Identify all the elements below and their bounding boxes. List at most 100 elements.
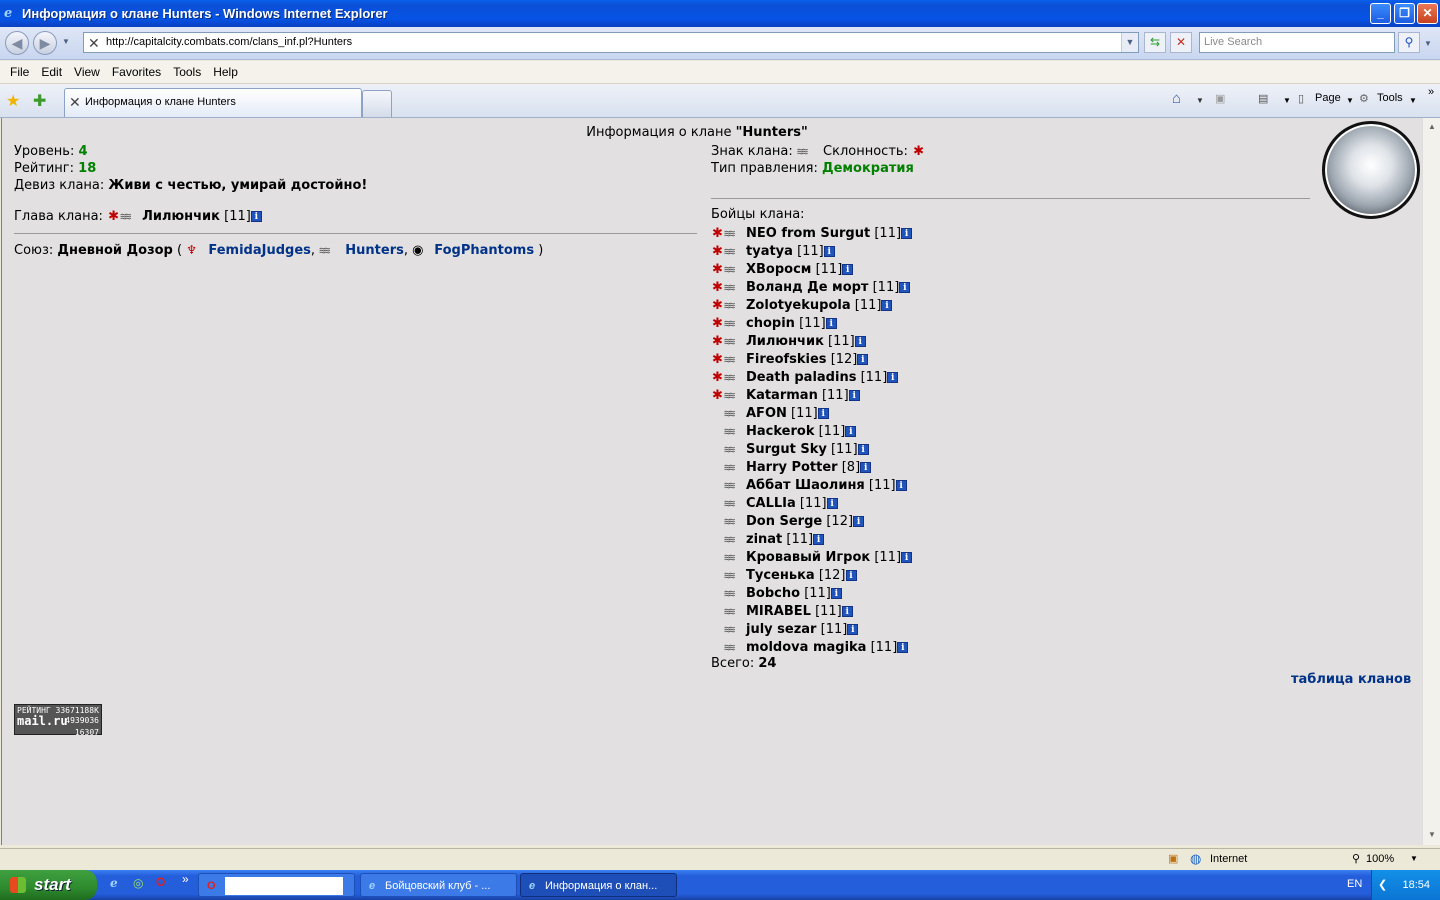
- fighter-info-icon[interactable]: i: [813, 534, 825, 545]
- stop-button[interactable]: ✕: [1170, 32, 1192, 53]
- mailru-line3: 16307: [74, 728, 99, 737]
- menu-tools[interactable]: Tools: [167, 65, 207, 79]
- vertical-scrollbar[interactable]: ▲ ▼: [1422, 118, 1440, 845]
- fighter-clan-icon: ≋≋: [724, 371, 735, 384]
- menu-help[interactable]: Help: [207, 65, 244, 79]
- menu-favorites[interactable]: Favorites: [106, 65, 167, 79]
- quicklaunch-chevron-icon[interactable]: »: [182, 872, 189, 886]
- menu-edit[interactable]: Edit: [35, 65, 68, 79]
- menu-view[interactable]: View: [68, 65, 106, 79]
- tray-arrow-icon[interactable]: ❮: [1378, 870, 1387, 900]
- fighter-info-icon[interactable]: i: [881, 300, 893, 311]
- tools-menu[interactable]: Tools: [1377, 92, 1403, 104]
- fighter-clan-icon: ≋≋: [724, 281, 735, 294]
- fighter-clan-icon: ≋≋: [724, 587, 735, 600]
- favorites-star-icon[interactable]: ★: [6, 91, 20, 111]
- search-icon[interactable]: ⚲: [1398, 32, 1420, 53]
- alignment-label: Склонность:: [818, 144, 913, 159]
- quicklaunch-opera-icon[interactable]: O: [156, 875, 165, 889]
- mailru-rating-counter[interactable]: РЕЙТИНГ 33671188К mail.ru 4939036 16307: [14, 704, 102, 737]
- task-opera[interactable]: O: [198, 873, 355, 897]
- fighter-info-icon[interactable]: i: [823, 246, 835, 257]
- fighter-clan-icon: ≋≋: [724, 227, 735, 240]
- total-value: 24: [758, 656, 777, 671]
- fighter-info-icon[interactable]: i: [887, 372, 899, 383]
- fighter-level: [11]: [820, 622, 848, 637]
- fighter-info-icon[interactable]: i: [901, 228, 913, 239]
- task-ie-clan-info[interactable]: e Информация о клан...: [520, 873, 677, 897]
- home-icon[interactable]: ⌂: [1172, 90, 1181, 107]
- tab-current[interactable]: ✕ Информация о клане Hunters: [64, 88, 362, 117]
- close-window-button[interactable]: ✕: [1417, 3, 1438, 24]
- fighter-row: ≋≋ july sezar [11] i: [711, 621, 912, 639]
- print-icon[interactable]: ▤: [1258, 92, 1268, 105]
- print-dropdown-icon[interactable]: ▼: [1283, 96, 1291, 105]
- clans-table-link[interactable]: таблица кланов: [1291, 672, 1411, 687]
- ally-link-femidajudges[interactable]: FemidaJudges: [208, 243, 311, 258]
- feeds-icon[interactable]: ▣: [1215, 92, 1225, 105]
- new-tab-button[interactable]: [362, 90, 392, 117]
- task-ie-fight-club[interactable]: e Бойцовский клуб - ...: [360, 873, 517, 897]
- fighter-info-icon[interactable]: i: [901, 552, 913, 563]
- ally-link-hunters[interactable]: Hunters: [345, 243, 404, 258]
- fighter-info-icon[interactable]: i: [857, 354, 869, 365]
- fighter-info-icon[interactable]: i: [848, 390, 860, 401]
- fighter-info-icon[interactable]: i: [825, 318, 837, 329]
- refresh-button[interactable]: ⇆: [1144, 32, 1166, 53]
- tools-dropdown-icon[interactable]: ▼: [1409, 96, 1417, 105]
- femidajudges-clan-icon: ♆: [186, 243, 197, 257]
- zoom-dropdown-icon[interactable]: ▼: [1410, 854, 1418, 863]
- fighter-name: Кровавый Игрок: [746, 550, 871, 565]
- fighter-info-icon[interactable]: i: [826, 498, 838, 509]
- home-dropdown-icon[interactable]: ▼: [1196, 96, 1204, 105]
- fighter-row: ✱≋≋ Zolotyekupola [11] i: [711, 297, 912, 315]
- add-favorites-icon[interactable]: ✚: [33, 91, 46, 111]
- menu-file[interactable]: File: [4, 65, 35, 79]
- address-dropdown-icon[interactable]: ▼: [1121, 33, 1138, 52]
- fighter-row: ✱≋≋ Death paladins [11] i: [711, 369, 912, 387]
- fighter-row: ✱≋≋ tyatya [11] i: [711, 243, 912, 261]
- search-input[interactable]: Live Search: [1199, 32, 1395, 53]
- window-titlebar: e Информация о клане Hunters - Windows I…: [0, 0, 1440, 27]
- quicklaunch-icq-icon[interactable]: ◎: [133, 876, 143, 890]
- language-indicator[interactable]: EN: [1347, 878, 1362, 890]
- recent-pages-dropdown-icon[interactable]: ▼: [62, 37, 70, 46]
- ally-link-fogphantoms[interactable]: FogPhantoms: [434, 243, 534, 258]
- fighter-info-icon[interactable]: i: [845, 570, 857, 581]
- scroll-down-icon[interactable]: ▼: [1425, 828, 1439, 842]
- search-options-icon[interactable]: ▼: [1424, 39, 1432, 48]
- fighter-info-icon[interactable]: i: [860, 462, 872, 473]
- fighter-info-icon[interactable]: i: [897, 642, 909, 653]
- quicklaunch-ie-icon[interactable]: e: [110, 876, 118, 890]
- fighter-info-icon[interactable]: i: [842, 264, 854, 275]
- fighter-info-icon[interactable]: i: [830, 588, 842, 599]
- restore-button[interactable]: ❐: [1394, 3, 1415, 24]
- fighter-info-icon[interactable]: i: [853, 516, 865, 527]
- fighter-level: [11]: [860, 370, 888, 385]
- fighter-alignment-icon: ✱: [712, 262, 723, 277]
- back-button[interactable]: ◀: [5, 31, 29, 55]
- fighter-row: ≋≋ Harry Potter [8] i: [711, 459, 912, 477]
- fighter-info-icon[interactable]: i: [847, 624, 859, 635]
- page-dropdown-icon[interactable]: ▼: [1346, 96, 1354, 105]
- union-name: Дневной Дозор: [57, 243, 173, 258]
- minimize-button[interactable]: _: [1370, 3, 1391, 24]
- zoom-level[interactable]: 100%: [1366, 853, 1394, 865]
- scroll-up-icon[interactable]: ▲: [1425, 120, 1439, 134]
- fighter-info-icon[interactable]: i: [899, 282, 911, 293]
- fighter-info-icon[interactable]: i: [857, 444, 869, 455]
- head-info-icon[interactable]: i: [250, 211, 262, 222]
- fighter-info-icon[interactable]: i: [895, 480, 907, 491]
- start-button[interactable]: start: [0, 870, 97, 900]
- fighter-row: ✱≋≋ Лилюнчик [11] i: [711, 333, 912, 351]
- toolbar-chevron-icon[interactable]: »: [1428, 86, 1434, 98]
- fighter-info-icon[interactable]: i: [841, 606, 853, 617]
- address-field[interactable]: ✕ http://capitalcity.combats.com/clans_i…: [83, 32, 1139, 53]
- fighter-info-icon[interactable]: i: [817, 408, 829, 419]
- divider-left: [14, 233, 697, 234]
- security-zone[interactable]: Internet: [1210, 853, 1247, 865]
- forward-button[interactable]: ▶: [33, 31, 57, 55]
- page-menu[interactable]: Page: [1315, 92, 1341, 104]
- fighter-info-icon[interactable]: i: [854, 336, 866, 347]
- fighter-info-icon[interactable]: i: [845, 426, 857, 437]
